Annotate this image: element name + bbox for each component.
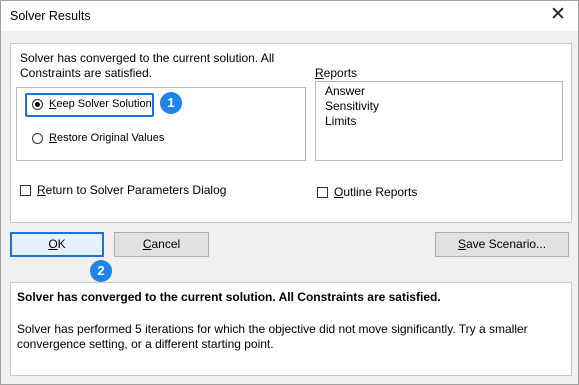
return-to-parameters-label: Return to Solver Parameters Dialog	[37, 183, 227, 197]
details-heading: Solver has converged to the current solu…	[17, 290, 441, 304]
close-icon[interactable]: ✕	[546, 4, 570, 28]
step-badge-2: 2	[90, 260, 112, 282]
return-to-parameters-checkbox[interactable]: Return to Solver Parameters Dialog	[20, 183, 226, 197]
keep-solver-solution-radio[interactable]: Keep Solver Solution	[32, 98, 152, 110]
radio-selected-icon	[32, 98, 43, 110]
report-item-limits[interactable]: Limits	[325, 114, 356, 128]
details-panel: Solver has converged to the current solu…	[10, 282, 572, 376]
status-line-1: Solver has converged to the current solu…	[20, 51, 275, 65]
ok-button[interactable]: OK	[10, 232, 104, 257]
solver-results-dialog: Solver Results ✕ Solver has converged to…	[0, 0, 579, 385]
checkbox-icon	[317, 186, 328, 198]
report-item-sensitivity[interactable]: Sensitivity	[325, 99, 379, 113]
save-scenario-button[interactable]: Save Scenario...	[435, 232, 569, 257]
details-body-line-1: Solver has performed 5 iterations for wh…	[17, 322, 528, 336]
step-badge-1: 1	[160, 92, 182, 114]
restore-original-values-label: Restore Original Values	[49, 132, 165, 144]
status-message: Solver has converged to the current solu…	[20, 51, 320, 81]
report-item-answer[interactable]: Answer	[325, 84, 365, 98]
keep-solver-solution-label: Keep Solver Solution	[49, 98, 152, 110]
cancel-button[interactable]: Cancel	[114, 232, 209, 257]
outline-reports-checkbox[interactable]: Outline Reports	[317, 185, 417, 199]
radio-unselected-icon	[32, 132, 43, 144]
outline-reports-label: Outline Reports	[334, 185, 418, 199]
dialog-title: Solver Results	[10, 9, 91, 23]
details-body-line-2: convergence setting, or a different star…	[17, 337, 274, 351]
results-panel: Solver has converged to the current solu…	[10, 43, 572, 223]
status-line-2: Constraints are satisfied.	[20, 66, 153, 80]
reports-label: Reports	[315, 66, 358, 80]
title-bar: Solver Results ✕	[1, 1, 578, 31]
restore-original-values-radio[interactable]: Restore Original Values	[32, 132, 164, 144]
checkbox-icon	[20, 184, 31, 196]
